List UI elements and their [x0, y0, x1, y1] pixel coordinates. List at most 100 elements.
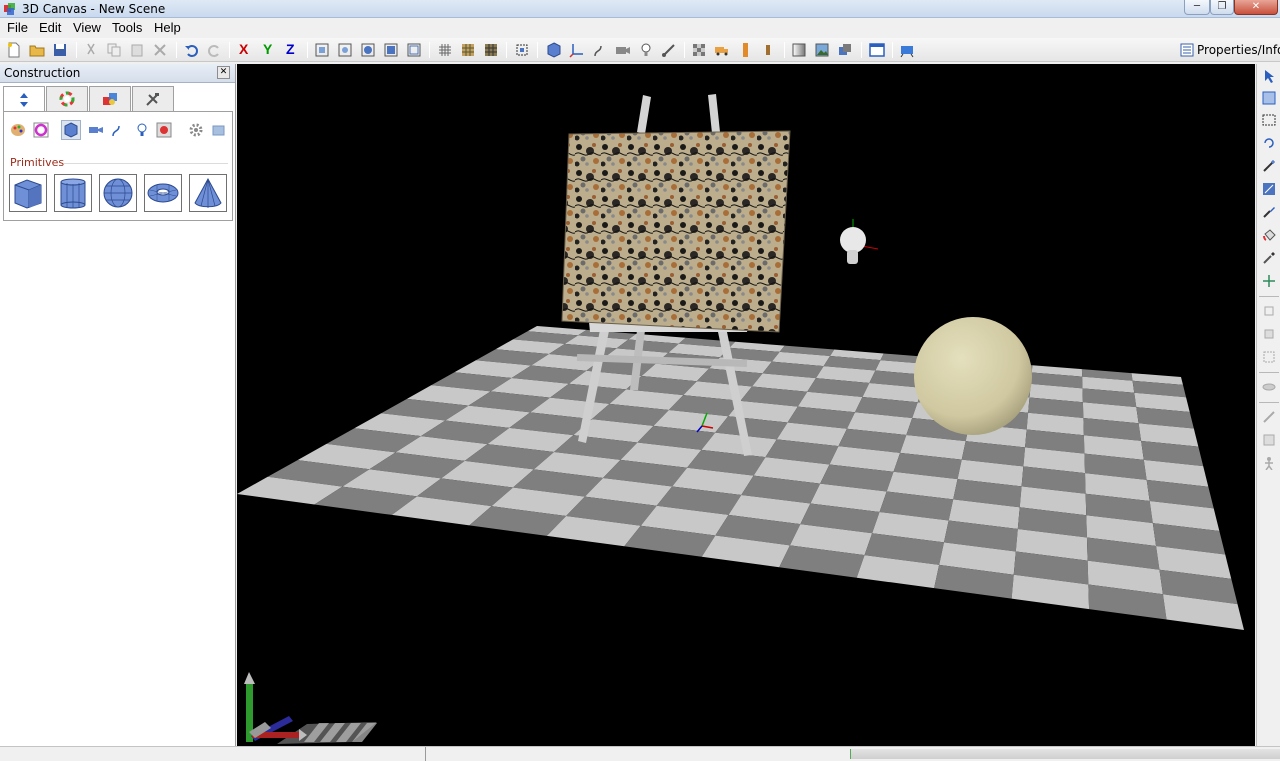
close-button[interactable]: ✕: [1234, 0, 1278, 15]
camera-icon[interactable]: [614, 41, 632, 59]
axis-gizmo-icon[interactable]: [568, 41, 586, 59]
delete-icon[interactable]: [151, 41, 169, 59]
minimize-button[interactable]: ─: [1184, 0, 1210, 15]
menu-tools[interactable]: Tools: [112, 20, 142, 35]
menu-edit[interactable]: Edit: [39, 20, 61, 35]
vtool-separator: [1259, 296, 1279, 297]
axis-y-button[interactable]: Y: [263, 41, 272, 57]
torus-icon: [147, 183, 179, 203]
tab-construction[interactable]: [3, 86, 45, 112]
marquee-icon[interactable]: [1260, 111, 1278, 129]
camera-tool-icon[interactable]: [86, 120, 106, 140]
image-bg-icon[interactable]: [813, 41, 831, 59]
panel-tabs: [3, 86, 233, 112]
granite-canvas: [561, 130, 791, 333]
color-picker-icon[interactable]: [31, 120, 51, 140]
window-tool-icon[interactable]: [209, 120, 229, 140]
bounding-box-icon[interactable]: [513, 41, 531, 59]
redo-icon[interactable]: [205, 41, 223, 59]
primitive-cone-button[interactable]: [189, 174, 227, 212]
panel-close-button[interactable]: ✕: [217, 66, 230, 79]
rotate-icon[interactable]: [1260, 134, 1278, 152]
bone-icon[interactable]: [660, 41, 678, 59]
cube-object-icon[interactable]: [545, 41, 563, 59]
scale-faces-icon[interactable]: [1260, 325, 1278, 343]
texture-grid-icon[interactable]: [459, 41, 477, 59]
texture-map-icon[interactable]: [482, 41, 500, 59]
tab-tools[interactable]: [132, 86, 174, 111]
toolbar-separator: [176, 42, 177, 58]
skeleton-bone-icon[interactable]: [1260, 408, 1278, 426]
eyedropper-icon[interactable]: [1260, 249, 1278, 267]
copy-icon[interactable]: [105, 41, 123, 59]
primitive-sphere-button[interactable]: [99, 174, 137, 212]
paste-icon[interactable]: [128, 41, 146, 59]
panel-title: Construction: [4, 66, 81, 80]
toolbar-separator: [892, 42, 893, 58]
toolbar-separator: [429, 42, 430, 58]
hammer-wrench-icon: [146, 93, 159, 106]
texture-strip-icon[interactable]: [736, 41, 754, 59]
3d-viewport[interactable]: [237, 64, 1255, 746]
primitive-cube-button[interactable]: [9, 174, 47, 212]
curve-tool-icon[interactable]: [108, 120, 128, 140]
primitive-cylinder-button[interactable]: [54, 174, 92, 212]
tab-materials[interactable]: [89, 86, 131, 111]
paint-brush-icon[interactable]: [1260, 203, 1278, 221]
edit-vertex-icon[interactable]: [1260, 180, 1278, 198]
properties-info-button[interactable]: Properties/Info: [1180, 41, 1280, 59]
axis-x-button[interactable]: X: [239, 41, 248, 57]
new-file-icon[interactable]: [5, 41, 23, 59]
menu-help[interactable]: Help: [154, 20, 181, 35]
settings-gear-icon[interactable]: [186, 120, 206, 140]
select-box-icon[interactable]: [1260, 89, 1278, 107]
paint-bucket-icon[interactable]: [1260, 226, 1278, 244]
fit-view-icon[interactable]: [382, 41, 400, 59]
zoom-selected-icon[interactable]: [336, 41, 354, 59]
skin-icon[interactable]: [1260, 431, 1278, 449]
truck-icon[interactable]: [713, 41, 731, 59]
paint-palette-icon[interactable]: [8, 120, 28, 140]
move-faces-icon[interactable]: [1260, 302, 1278, 320]
undo-icon[interactable]: [183, 41, 201, 59]
menu-view[interactable]: View: [73, 20, 101, 35]
render-tool-icon[interactable]: [154, 120, 174, 140]
primitive-cube-tool-icon[interactable]: [61, 120, 81, 140]
frame-view-icon[interactable]: [405, 41, 423, 59]
gradient-bg-icon[interactable]: [790, 41, 808, 59]
ellipse-icon[interactable]: [1260, 378, 1278, 396]
publish-icon[interactable]: [898, 41, 916, 59]
extrude-icon[interactable]: [1260, 348, 1278, 366]
axis-z-button[interactable]: Z: [286, 41, 295, 57]
maximize-button[interactable]: ❐: [1210, 0, 1234, 15]
cut-icon[interactable]: [82, 41, 100, 59]
tab-color[interactable]: [46, 86, 88, 111]
primitive-torus-button[interactable]: [144, 174, 182, 212]
menu-file[interactable]: File: [7, 20, 28, 35]
magic-wand-icon[interactable]: [1260, 157, 1278, 175]
open-file-icon[interactable]: [28, 41, 46, 59]
path-icon[interactable]: [591, 41, 609, 59]
pivot-icon[interactable]: [1260, 272, 1278, 290]
primitives-section-label: Primitives: [10, 156, 65, 169]
section-divider: [64, 163, 228, 164]
light-bulb-icon[interactable]: [637, 41, 655, 59]
grid-snap-icon[interactable]: [436, 41, 454, 59]
figure-pose-icon[interactable]: [1260, 454, 1278, 472]
properties-icon: [1180, 43, 1194, 57]
view-tools-toolbar: [1256, 64, 1280, 746]
toolbar-separator: [229, 42, 230, 58]
panel-header: Construction ✕: [0, 64, 235, 83]
select-arrow-icon[interactable]: [1260, 67, 1278, 85]
status-divider: [425, 747, 426, 761]
save-icon[interactable]: [51, 41, 69, 59]
checker-icon[interactable]: [690, 41, 708, 59]
lamp-icon[interactable]: [759, 41, 777, 59]
zoom-extents-icon[interactable]: [313, 41, 331, 59]
light-tool-icon[interactable]: [132, 120, 152, 140]
window-view-icon[interactable]: [868, 41, 886, 59]
zoom-all-icon[interactable]: [359, 41, 377, 59]
layers-icon[interactable]: [836, 41, 854, 59]
status-bar: [0, 746, 1280, 761]
properties-info-label: Properties/Info: [1197, 43, 1280, 57]
